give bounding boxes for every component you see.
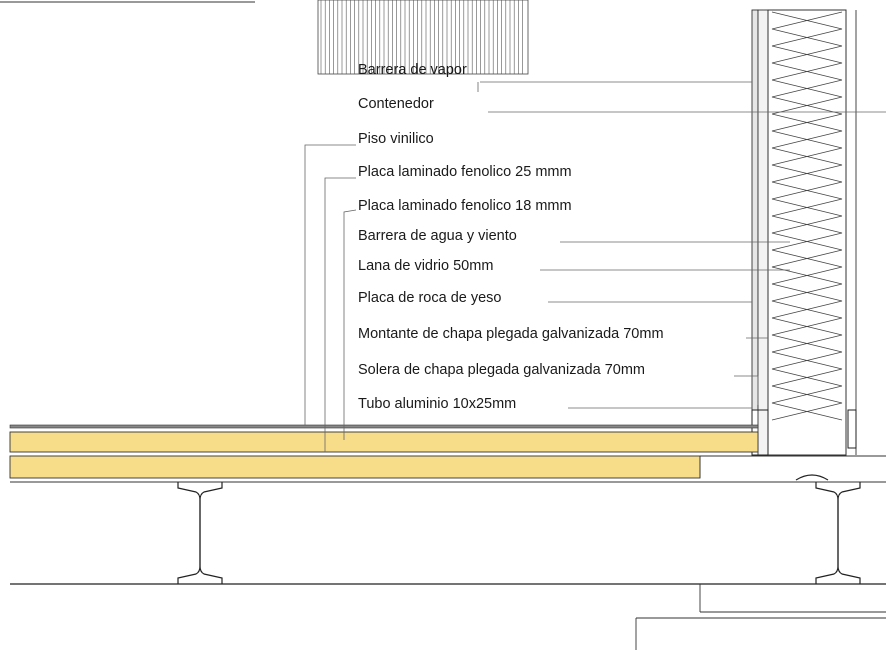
label-montante: Montante de chapa plegada galvanizada 70… xyxy=(358,326,664,342)
label-placa-25: Placa laminado fenolico 25 mmm xyxy=(358,164,572,180)
label-lana-vidrio: Lana de vidrio 50mm xyxy=(358,258,493,274)
label-barrera-agua: Barrera de agua y viento xyxy=(358,228,517,244)
label-piso-vinilico: Piso vinilico xyxy=(358,131,434,147)
phenolic-board-25 xyxy=(9,431,759,453)
construction-detail-drawing: Barrera de vapor Contenedor Piso vinilic… xyxy=(0,0,886,650)
gypsum-board xyxy=(751,9,759,411)
label-placa-yeso: Placa de roca de yeso xyxy=(358,290,501,306)
label-tubo: Tubo aluminio 10x25mm xyxy=(358,396,516,412)
label-contenedor: Contenedor xyxy=(358,96,434,112)
steel-stud xyxy=(757,9,769,456)
vinyl-floor xyxy=(9,424,759,429)
phenolic-board-18 xyxy=(9,455,701,479)
foundation-lines xyxy=(635,584,886,650)
label-placa-18: Placa laminado fenolico 18 mmm xyxy=(358,198,572,214)
label-solera: Solera de chapa plegada galvanizada 70mm xyxy=(358,362,645,378)
steel-i-beam xyxy=(10,474,886,585)
label-barrera-vapor: Barrera de vapor xyxy=(358,62,467,78)
floor-assembly xyxy=(9,424,886,483)
